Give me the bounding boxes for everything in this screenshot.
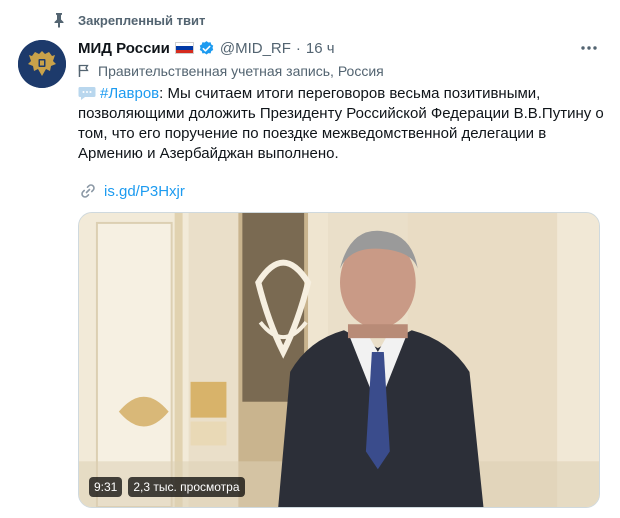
author-name[interactable]: МИД России bbox=[78, 40, 170, 57]
link-text[interactable]: is.gd/P3Hxjr bbox=[104, 183, 185, 200]
author-handle[interactable]: @MID_RF bbox=[220, 40, 291, 57]
more-icon bbox=[581, 46, 597, 50]
verified-badge-icon bbox=[199, 40, 214, 55]
tweet-text: #Лавров: Мы считаем итоги переговоров ве… bbox=[78, 84, 604, 164]
russia-flag-icon bbox=[174, 42, 194, 54]
video-thumbnail bbox=[79, 213, 599, 507]
tweet-timestamp[interactable]: 16 ч bbox=[306, 40, 335, 57]
avatar[interactable] bbox=[18, 40, 66, 88]
video-views: 2,3 тыс. просмотра bbox=[128, 477, 245, 497]
hashtag-link[interactable]: #Лавров bbox=[100, 85, 159, 102]
video-player[interactable]: 9:31 2,3 тыс. просмотра bbox=[78, 212, 600, 508]
separator-dot: · bbox=[295, 39, 301, 57]
pin-icon bbox=[54, 13, 64, 28]
link-icon bbox=[81, 184, 95, 198]
video-badges: 9:31 2,3 тыс. просмотра bbox=[89, 477, 245, 497]
more-options-button[interactable] bbox=[578, 38, 600, 58]
video-duration: 9:31 bbox=[89, 477, 123, 497]
coat-of-arms-icon bbox=[18, 40, 66, 88]
pinned-tweet-indicator: Закрепленный твит bbox=[0, 10, 620, 32]
tweet-link[interactable]: is.gd/P3Hxjr bbox=[80, 180, 185, 202]
tweet-header: МИД России @MID_RF · 16 ч bbox=[78, 38, 335, 58]
flag-outline-icon bbox=[78, 64, 89, 77]
government-account-label: Правительственная учетная запись, Россия bbox=[78, 62, 384, 80]
pinned-label: Закрепленный твит bbox=[78, 13, 206, 28]
speech-bubble-icon bbox=[78, 87, 96, 100]
government-label-text: Правительственная учетная запись, Россия bbox=[98, 63, 384, 79]
